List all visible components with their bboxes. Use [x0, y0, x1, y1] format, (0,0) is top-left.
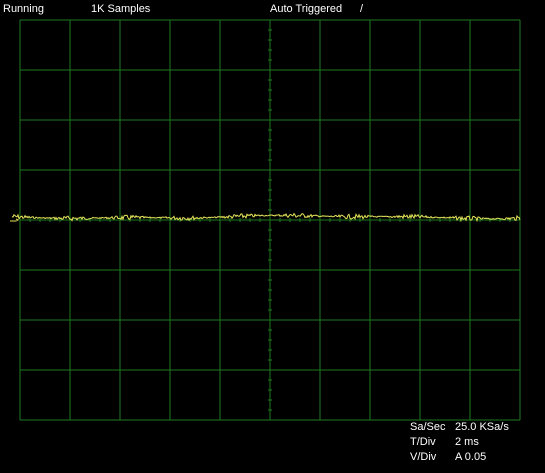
time-div-label: T/Div: [410, 436, 436, 448]
trigger-level-arrow-icon: [10, 218, 20, 222]
time-div-value: 2 ms: [455, 436, 479, 448]
volt-div-label: V/Div: [410, 451, 437, 463]
oscilloscope-screen: Running 1K Samples Auto Triggered / Sa/S…: [0, 0, 545, 473]
sample-rate-value: 25.0 KSa/s: [455, 421, 509, 433]
waveform-display: [10, 19, 521, 421]
volt-div-value: A 0.05: [455, 451, 487, 463]
sample-rate-label: Sa/Sec: [410, 421, 446, 433]
